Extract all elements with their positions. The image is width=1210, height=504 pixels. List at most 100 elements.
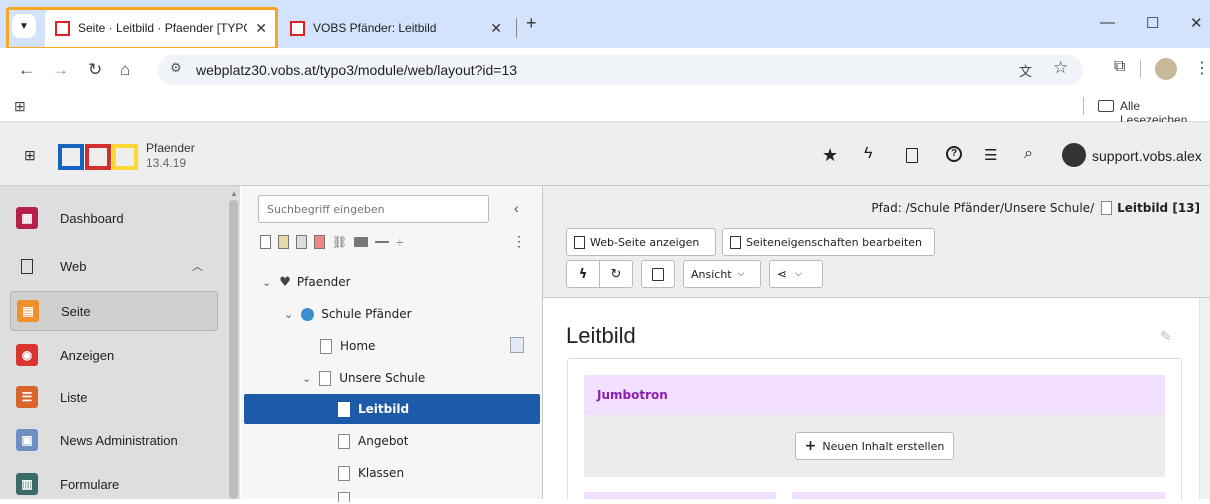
reload-button[interactable]: ↻ — [599, 260, 633, 288]
tree-node-schule-pfaender[interactable]: ⌄ Schule Pfänder — [284, 299, 412, 329]
view-dropdown[interactable]: Ansicht ⌵ — [683, 260, 761, 288]
tree-options-icon[interactable]: ⋮ — [512, 233, 526, 250]
bookmark-star-icon[interactable]: ★ — [822, 145, 838, 166]
new-page-icon[interactable] — [260, 235, 271, 249]
module-menu-scrollbar[interactable] — [229, 200, 238, 499]
page-icon — [338, 433, 350, 449]
scroll-up-icon[interactable]: ▲ — [230, 189, 238, 198]
clear-page-cache-button[interactable]: ϟ — [566, 260, 600, 288]
back-arrow-icon[interactable]: ← — [18, 60, 35, 80]
tree-node-unsere-schule[interactable]: ⌄ Unsere Schule — [302, 363, 425, 393]
new-tab-button[interactable]: + — [526, 13, 537, 34]
dropdown-label: Ansicht — [691, 267, 732, 281]
module-label: Dashboard — [60, 210, 124, 226]
tab-vobs-leitbild[interactable]: VOBS Pfänder: Leitbild ✕ — [280, 8, 512, 48]
note-icon — [652, 267, 664, 281]
site-root-icon — [301, 307, 315, 321]
module-label: Anzeigen — [60, 347, 115, 363]
chevron-down-icon[interactable]: ⌄ — [302, 372, 311, 385]
column-title: Jumbotron — [597, 388, 668, 402]
chevron-down-icon: ⌵ — [795, 269, 802, 279]
chevron-down-icon[interactable]: ⌄ — [284, 308, 293, 321]
forward-arrow-icon[interactable]: → — [52, 60, 69, 80]
tree-node-leitbild[interactable]: Leitbild — [338, 394, 409, 424]
tree-node-label: Schule Pfänder — [321, 307, 412, 321]
module-liste[interactable]: ☰ Liste — [10, 377, 218, 417]
bookmark-star-icon[interactable]: ☆ — [1053, 58, 1068, 78]
share-icon: ⋖ — [777, 267, 788, 281]
browser-menu-icon[interactable]: ⋮ — [1194, 58, 1210, 78]
bookmarks-separator — [1083, 97, 1084, 115]
link-icon[interactable]: ⛓ — [332, 235, 347, 249]
module-menu-toggle-icon[interactable]: ⊞ — [24, 147, 36, 164]
tree-node-angebot[interactable]: Angebot — [338, 426, 408, 456]
module-label: Liste — [60, 389, 88, 405]
url-text: webplatz30.vobs.at/typo3/module/web/layo… — [196, 62, 518, 78]
new-content-button[interactable]: + Neuen Inhalt erstellen — [795, 432, 954, 460]
tree-search-input[interactable] — [258, 195, 489, 223]
module-seite[interactable]: ▤ Seite — [10, 291, 218, 331]
divider-icon[interactable]: ÷ — [396, 235, 403, 250]
page-icon — [338, 401, 350, 417]
lightning-icon: ϟ — [578, 266, 588, 282]
home-icon[interactable]: ⌂ — [120, 60, 130, 80]
share-dropdown[interactable]: ⋖ ⌵ — [769, 260, 823, 288]
new-backend-user-page-icon[interactable] — [278, 235, 289, 249]
tree-node-home[interactable]: Home — [320, 331, 375, 361]
extensions-icon[interactable]: ⧉ — [1114, 58, 1125, 76]
column-header — [584, 375, 1165, 415]
collapse-tree-icon[interactable]: ‹ — [514, 200, 519, 216]
module-anzeigen[interactable]: ◉ Anzeigen — [10, 335, 218, 375]
tree-node-pfaender[interactable]: ⌄ ♥ Pfaender — [262, 267, 351, 297]
module-news-administration[interactable]: ▣ News Administration — [10, 420, 218, 460]
view-webpage-button[interactable]: Web-Seite anzeigen — [566, 228, 716, 256]
logo-yellow-square — [112, 144, 138, 170]
page-icon — [338, 465, 350, 481]
web-page-icon — [21, 258, 33, 274]
module-formulare[interactable]: ▥ Formulare — [10, 464, 218, 504]
typo3-version: 13.4.19 — [146, 156, 187, 170]
module-dashboard[interactable]: ▦ Dashboard — [10, 198, 218, 238]
reload-icon[interactable]: ↻ — [88, 60, 102, 80]
list-icon: ☰ — [16, 386, 38, 408]
search-icon[interactable]: ⌕ — [1024, 145, 1033, 163]
tree-node-klassen[interactable]: Klassen — [338, 458, 404, 488]
tab-title: VOBS Pfänder: Leitbild — [313, 21, 437, 35]
button-label: Web-Seite anzeigen — [590, 235, 700, 249]
new-note-button[interactable] — [641, 260, 675, 288]
folder-icon[interactable] — [354, 237, 369, 247]
plus-icon: + — [804, 438, 817, 454]
tree-node-label: Home — [340, 339, 376, 353]
tab-focus-highlight — [6, 7, 278, 50]
chevron-down-icon[interactable]: ⌄ — [262, 276, 271, 289]
profile-avatar[interactable] — [1155, 58, 1177, 80]
breadcrumb: Pfad: /Schule Pfänder/Unsere Schule/ Lei… — [820, 201, 1200, 215]
site-info-icon[interactable]: ⚙ — [170, 60, 182, 76]
close-window-icon[interactable]: ✕ — [1190, 14, 1203, 32]
new-mountpoint-page-icon[interactable] — [314, 235, 325, 249]
edit-page-icon — [730, 235, 741, 249]
maximize-icon[interactable]: ☐ — [1146, 14, 1159, 32]
site-logo[interactable] — [58, 144, 138, 170]
minimize-icon[interactable]: — — [1100, 14, 1115, 31]
new-shortcut-page-icon[interactable] — [296, 235, 307, 249]
user-name[interactable]: support.vobs.alex — [1092, 148, 1202, 164]
translate-icon[interactable]: 文 — [1019, 61, 1032, 80]
typo3-root-icon: ♥ — [279, 274, 291, 290]
clear-cache-lightning-icon[interactable]: ϟ — [864, 145, 872, 163]
open-documents-icon[interactable] — [906, 148, 918, 163]
toolbar-separator — [1140, 60, 1141, 78]
edit-page-properties-button[interactable]: Seiteneigenschaften bearbeiten — [722, 228, 935, 256]
help-icon[interactable]: ? — [946, 146, 962, 162]
logo-blue-square — [58, 144, 84, 170]
content-scrollbar[interactable] — [1199, 298, 1210, 499]
user-avatar-icon[interactable] — [1062, 143, 1086, 167]
edit-title-pencil-icon[interactable]: ✎ — [1160, 328, 1172, 345]
button-label: Seiteneigenschaften bearbeiten — [746, 235, 922, 249]
spacer-icon[interactable] — [375, 241, 390, 243]
tree-node-label: Leitbild — [358, 402, 410, 416]
module-group-web[interactable]: Web ︿ — [10, 246, 218, 286]
close-tab-icon[interactable]: ✕ — [490, 20, 502, 37]
system-info-icon[interactable]: ☰ — [984, 146, 997, 164]
apps-grid-icon[interactable]: ⊞ — [14, 98, 26, 115]
